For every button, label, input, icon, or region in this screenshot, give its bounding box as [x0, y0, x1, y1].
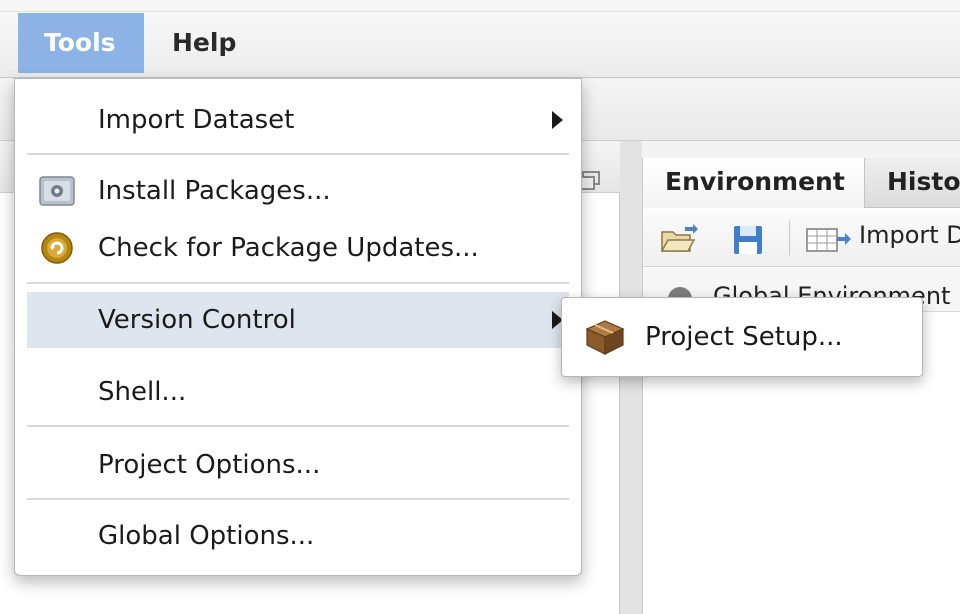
menu-item-label: Install Packages...	[98, 176, 331, 206]
menu-item-label: Project Options...	[98, 450, 321, 480]
package-update-icon	[41, 232, 73, 264]
menu-item-label: Version Control	[98, 305, 296, 335]
menu-item-project-setup[interactable]: Project Setup...	[570, 308, 914, 366]
save-disk-icon[interactable]	[731, 223, 765, 257]
menu-separator	[27, 498, 569, 500]
menu-item-check-package-updates[interactable]: Check for Package Updates...	[27, 220, 569, 276]
menu-item-import-dataset[interactable]: Import Dataset	[27, 92, 569, 148]
menu-item-label: Global Options...	[98, 521, 315, 551]
tab-history[interactable]: Histo	[865, 158, 960, 208]
pane-splitter[interactable]	[620, 141, 642, 614]
environment-toolbar: Import D	[643, 209, 960, 267]
menu-separator	[27, 425, 569, 427]
open-folder-icon[interactable]	[659, 223, 699, 255]
version-control-submenu: Project Setup...	[561, 297, 923, 377]
menu-item-label: Import Dataset	[98, 105, 295, 135]
menubar-top-edge	[0, 0, 960, 12]
toolbar-separator	[789, 221, 790, 255]
menu-separator	[27, 282, 569, 284]
menu-help[interactable]: Help	[146, 13, 262, 73]
tab-environment[interactable]: Environment	[643, 158, 865, 208]
menu-separator	[27, 153, 569, 155]
install-package-icon	[39, 176, 75, 206]
menu-item-project-options[interactable]: Project Options...	[27, 437, 569, 493]
tools-dropdown-menu: Import Dataset Install Packages... Check…	[14, 78, 582, 576]
environment-pane-tabs: Environment Histo	[643, 158, 960, 208]
menu-item-label: Check for Package Updates...	[98, 233, 479, 263]
menubar: Tools Help	[0, 0, 960, 78]
import-dataset-label[interactable]: Import D	[859, 221, 960, 249]
menu-item-version-control[interactable]: Version Control	[27, 292, 569, 348]
menu-item-shell[interactable]: Shell...	[27, 364, 569, 420]
menu-item-install-packages[interactable]: Install Packages...	[27, 163, 569, 219]
menu-item-label: Project Setup...	[645, 322, 843, 352]
environment-pane: Environment Histo Import D Global Enviro…	[642, 158, 960, 614]
menu-item-global-options[interactable]: Global Options...	[27, 508, 569, 564]
submenu-arrow-icon	[552, 111, 563, 129]
project-box-icon	[585, 320, 625, 355]
import-dataset-icon[interactable]	[805, 223, 853, 255]
menu-tools[interactable]: Tools	[18, 13, 144, 73]
menu-item-label: Shell...	[98, 377, 187, 407]
